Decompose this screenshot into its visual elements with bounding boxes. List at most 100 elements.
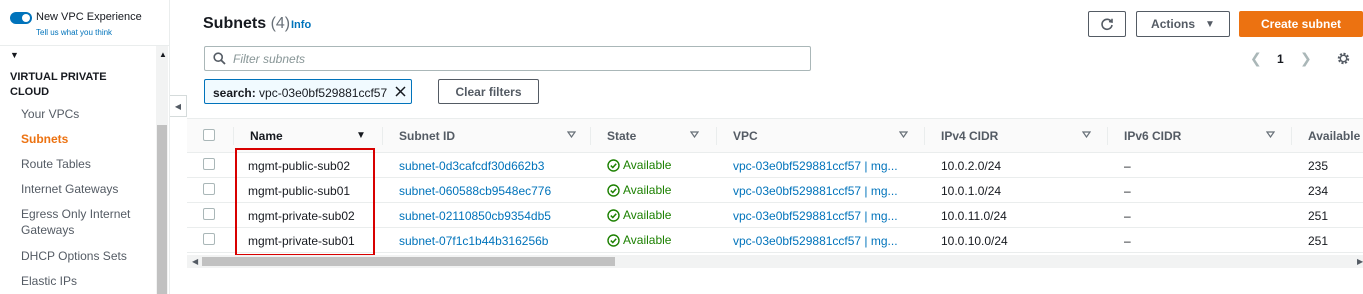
sidebar-item-route-tables[interactable]: Route Tables [21,156,151,172]
info-link[interactable]: Info [291,19,311,31]
check-circle-icon [607,208,620,222]
column-header-available-ips[interactable]: Available I [1308,129,1363,143]
available-ips: 251 [1308,234,1329,248]
page-title-text: Subnets [203,15,267,32]
sidebar-item-internet-gateways[interactable]: Internet Gateways [21,181,151,197]
horizontal-scrollbar-thumb[interactable] [202,257,615,266]
column-header-ipv4-cidr[interactable]: IPv4 CIDR [941,129,998,143]
column-separator [716,127,717,145]
ipv4-cidr: 10.0.10.0/24 [941,234,1008,248]
caret-down-icon: ▼ [1205,18,1215,30]
sort-descending-icon[interactable]: ▼ [356,130,366,141]
available-ips: 251 [1308,209,1329,223]
column-separator [382,127,383,145]
new-vpc-experience-label: New VPC Experience [36,11,142,23]
filter-subnets-input[interactable] [233,50,803,67]
sort-icon[interactable] [567,131,576,138]
subnet-count: (4) [270,15,291,32]
new-vpc-experience-toggle[interactable] [10,12,32,24]
vpc-link[interactable]: vpc-03e0bf529881ccf57 | mg... [733,159,898,173]
gear-icon[interactable] [1336,51,1351,66]
filter-token: search: vpc-03e0bf529881ccf57 [204,79,412,104]
subnet-id-link[interactable]: subnet-0d3cafcdf30d662b3 [399,159,544,173]
actions-button[interactable]: Actions ▼ [1136,11,1230,37]
scroll-right-icon[interactable]: ▶ [1357,257,1363,266]
check-circle-icon [607,183,620,197]
filter-subnets-field[interactable] [204,46,811,71]
close-icon[interactable] [394,85,407,98]
feedback-link[interactable]: Tell us what you think [36,28,112,37]
ipv6-cidr: – [1124,159,1131,173]
chevron-left-icon: ◀ [174,101,182,111]
sidebar: New VPC Experience Tell us what you thin… [0,0,170,294]
check-circle-icon [607,158,620,172]
ipv6-cidr: – [1124,184,1131,198]
column-separator [233,127,234,145]
subnet-id-link[interactable]: subnet-060588cb9548ec776 [399,184,551,198]
section-collapse-icon[interactable]: ▼ [10,50,19,60]
sidebar-item-elastic-ips[interactable]: Elastic IPs [21,273,151,289]
main-content: Subnets (4) Info Actions ▼ Create subnet… [187,0,1363,294]
state-cell: Available [607,233,671,247]
column-header-state[interactable]: State [607,129,636,143]
actions-label: Actions [1151,17,1196,31]
column-header-ipv6-cidr[interactable]: IPv6 CIDR [1124,129,1181,143]
page-title: Subnets (4) [203,15,290,33]
column-separator [924,127,925,145]
sidebar-item-egress-only-internet-gateways[interactable]: Egress Only Internet Gateways [21,206,141,238]
clear-filters-button[interactable]: Clear filters [438,79,539,104]
name-column-highlight [235,148,375,256]
current-page[interactable]: 1 [1277,52,1284,66]
sort-icon[interactable] [1266,131,1275,138]
sort-icon[interactable] [899,131,908,138]
column-separator [1107,127,1108,145]
refresh-icon [1101,18,1113,31]
available-ips: 235 [1308,159,1329,173]
subnet-id-link[interactable]: subnet-07f1c1b44b316256b [399,234,548,248]
sidebar-collapse-button[interactable]: ◀ [170,95,187,117]
state-cell: Available [607,208,671,222]
ipv4-cidr: 10.0.11.0/24 [941,209,1007,223]
filter-token-label: search: vpc-03e0bf529881ccf57 [213,86,388,100]
create-subnet-button[interactable]: Create subnet [1239,11,1363,37]
next-page-icon[interactable]: ❯ [1300,50,1312,67]
row-checkbox[interactable] [203,208,215,220]
sidebar-item-your-vpcs[interactable]: Your VPCs [21,106,151,122]
sidebar-item-dhcp-options-sets[interactable]: DHCP Options Sets [21,248,151,264]
row-checkbox[interactable] [203,183,215,195]
vpc-link[interactable]: vpc-03e0bf529881ccf57 | mg... [733,209,898,223]
column-header-vpc[interactable]: VPC [733,129,758,143]
vpc-link[interactable]: vpc-03e0bf529881ccf57 | mg... [733,184,898,198]
sidebar-scrollbar-thumb[interactable] [157,125,167,294]
ipv6-cidr: – [1124,209,1131,223]
sidebar-divider [0,45,170,46]
state-label: Available [623,208,672,222]
column-header-name[interactable]: Name [250,129,283,143]
refresh-button[interactable] [1088,11,1126,37]
sidebar-item-subnets[interactable]: Subnets [21,131,151,147]
scroll-left-icon[interactable]: ◀ [192,257,198,266]
row-checkbox[interactable] [203,233,215,245]
table-horizontal-scrollbar[interactable]: ◀ ▶ [187,255,1363,268]
vpc-link[interactable]: vpc-03e0bf529881ccf57 | mg... [733,234,898,248]
state-cell: Available [607,183,671,197]
row-checkbox[interactable] [203,158,215,170]
previous-page-icon[interactable]: ❮ [1250,50,1262,67]
state-label: Available [623,158,672,172]
state-cell: Available [607,158,671,172]
column-header-subnet-id[interactable]: Subnet ID [399,129,455,143]
subnet-id-link[interactable]: subnet-02110850cb9354db5 [399,209,551,223]
sort-icon[interactable] [690,131,699,138]
check-circle-icon [607,233,620,247]
ipv4-cidr: 10.0.1.0/24 [941,184,1002,198]
state-label: Available [623,183,672,197]
column-separator [1291,127,1292,145]
search-icon [213,52,226,65]
scroll-up-icon[interactable]: ▲ [159,50,167,59]
ipv4-cidr: 10.0.2.0/24 [941,159,1002,173]
state-label: Available [623,233,672,247]
sidebar-section-title: VIRTUAL PRIVATE CLOUD [10,71,107,98]
select-all-checkbox[interactable] [203,129,215,141]
available-ips: 234 [1308,184,1329,198]
sort-icon[interactable] [1082,131,1091,138]
